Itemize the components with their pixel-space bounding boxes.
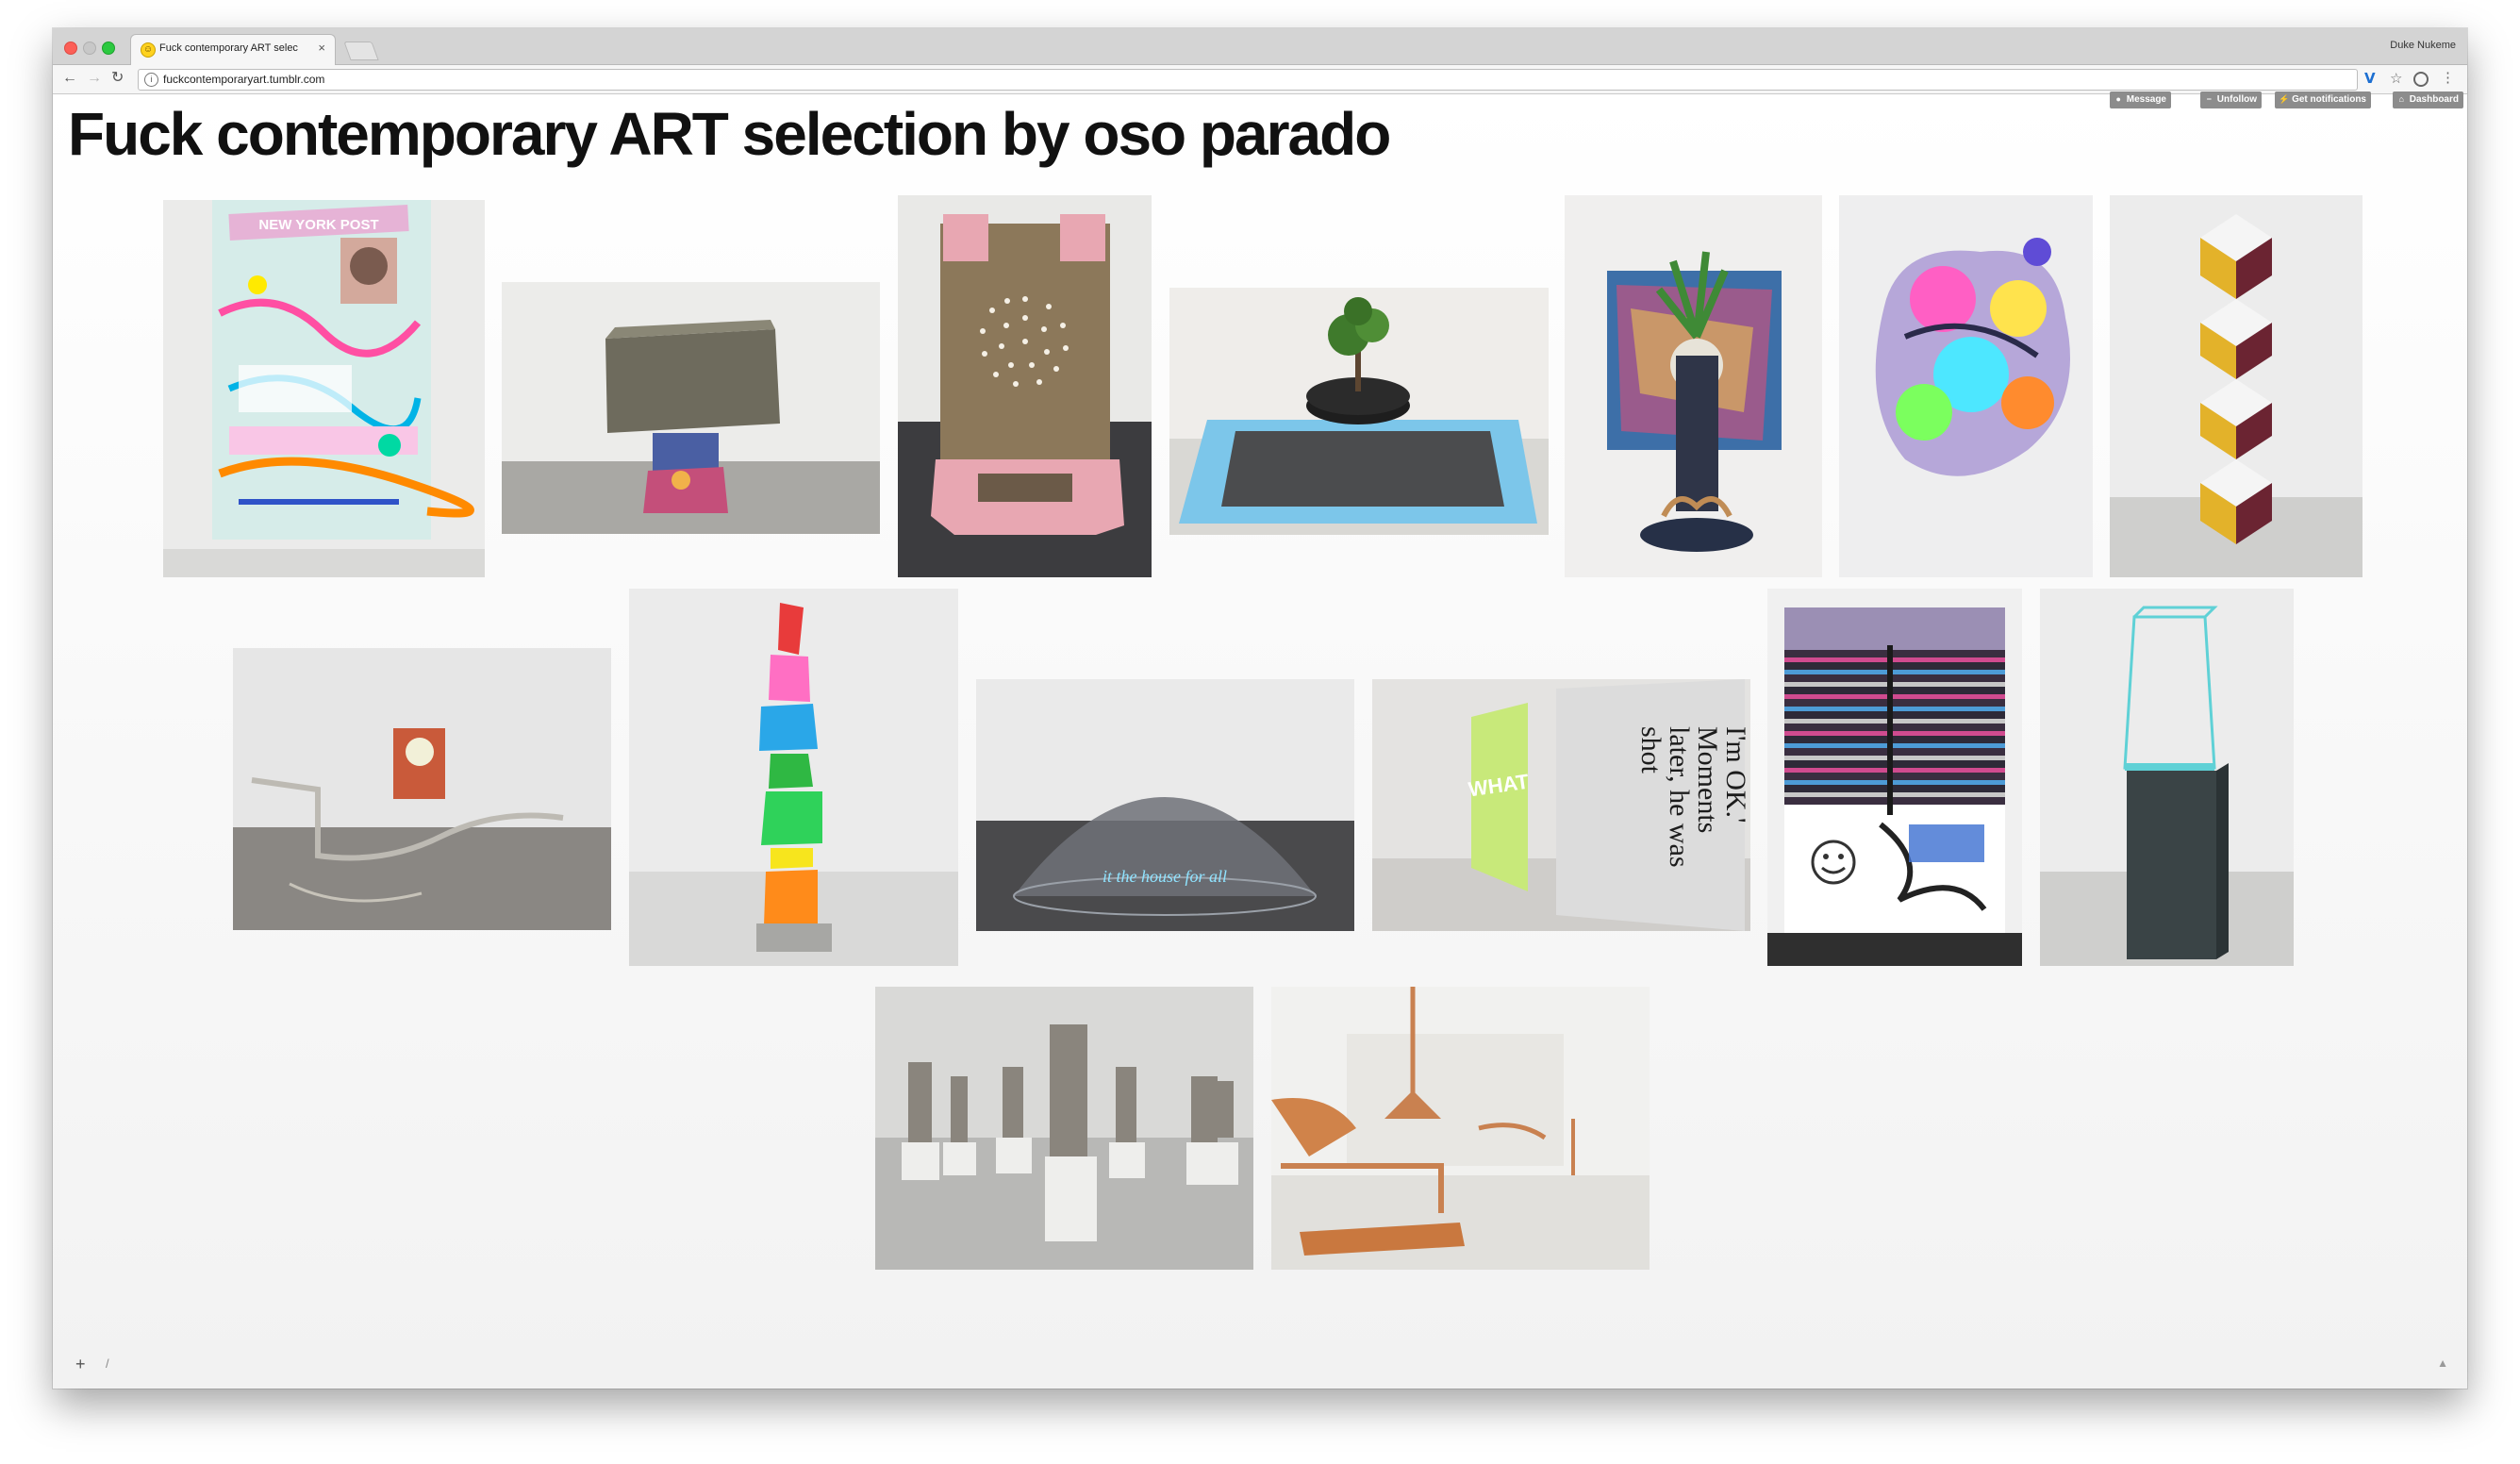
address-bar[interactable]: i fuckcontemporaryart.tumblr.com — [138, 69, 2358, 91]
cube-column-image — [2110, 195, 2362, 577]
gray-figures-image — [875, 987, 1253, 1270]
footer-slash: / — [106, 1356, 109, 1371]
neon-blob-image — [1839, 195, 2093, 577]
browser-tab[interactable]: ☺ Fuck contemporary ART selec × — [130, 34, 336, 65]
post-glass-pedestal[interactable] — [2040, 589, 2294, 966]
tire-plant-image — [1169, 288, 1549, 535]
concrete-box-image — [502, 282, 880, 534]
scroll-top-icon[interactable]: ▲ — [2437, 1356, 2448, 1370]
lightning-icon: ⚡ — [2279, 94, 2290, 104]
tab-title: Fuck contemporary ART selec — [159, 42, 298, 54]
unfollow-button[interactable]: − Unfollow — [2199, 92, 2262, 108]
bookmark-star-icon[interactable]: ☆ — [2390, 70, 2402, 87]
url-text[interactable]: fuckcontemporaryart.tumblr.com — [163, 73, 324, 86]
blog-page: ● Message − Unfollow ⚡ Get notifications… — [53, 92, 2467, 1389]
copper-horns-image — [1271, 987, 1650, 1270]
painting-newyorkpost-image: NEW YORK POST — [163, 200, 485, 577]
neon-text: it the house for all — [1102, 867, 1227, 886]
tab-close-icon[interactable]: × — [318, 41, 325, 55]
dashboard-button[interactable]: ⌂ Dashboard — [2392, 92, 2463, 108]
dome-neon-image: it the house for all — [976, 679, 1354, 931]
browser-window: ☺ Fuck contemporary ART selec × Duke Nuk… — [53, 28, 2467, 1389]
reload-icon[interactable]: ↻ — [111, 70, 124, 87]
big-text-painting: I'm OK.' Moments later, he was shot — [1635, 726, 1749, 868]
message-label: Message — [2126, 94, 2166, 105]
text-paintings-image: WHAT I'm OK.' Moments later, he was shot — [1372, 679, 1750, 931]
striped-painting-image — [1767, 589, 2022, 966]
forward-arrow-icon[interactable]: → — [87, 70, 102, 87]
notifications-button[interactable]: ⚡ Get notifications — [2275, 92, 2371, 108]
gallery-branch-image — [233, 648, 611, 930]
painting-headline: NEW YORK POST — [258, 217, 378, 233]
pink-frame-image — [898, 195, 1152, 577]
post-gallery-branch[interactable] — [233, 648, 611, 930]
new-tab-button[interactable] — [343, 42, 379, 60]
profile-name[interactable]: Duke Nukeme — [2390, 40, 2456, 51]
glass-pedestal-image — [2040, 589, 2294, 966]
home-icon: ⌂ — [2398, 94, 2404, 104]
message-icon: ● — [2115, 94, 2121, 104]
add-icon[interactable]: + — [75, 1355, 86, 1374]
post-rainbow-stack[interactable] — [629, 589, 958, 966]
post-pink-frame-sculpture[interactable] — [898, 195, 1152, 577]
ghostery-extension-icon[interactable] — [2413, 72, 2429, 87]
maximize-window-button[interactable] — [102, 42, 115, 55]
post-painting-newyorkpost[interactable]: NEW YORK POST — [163, 200, 485, 577]
rainbow-stack-image — [629, 589, 958, 966]
post-text-paintings[interactable]: WHAT I'm OK.' Moments later, he was shot — [1372, 679, 1750, 931]
post-cube-column[interactable] — [2110, 195, 2362, 577]
post-copper-horns[interactable] — [1271, 987, 1650, 1270]
dashboard-label: Dashboard — [2409, 94, 2459, 105]
message-button[interactable]: ● Message — [2109, 92, 2171, 108]
minimize-window-button[interactable] — [83, 42, 96, 55]
tab-strip: ☺ Fuck contemporary ART selec × Duke Nuk… — [53, 28, 2467, 65]
smiley-favicon-icon: ☺ — [141, 42, 156, 58]
post-concrete-box-sculpture[interactable] — [502, 282, 880, 534]
notifications-label: Get notifications — [2292, 94, 2366, 105]
info-icon[interactable]: i — [144, 73, 158, 87]
post-dome-neon[interactable]: it the house for all — [976, 679, 1354, 931]
post-plant-sculpture[interactable] — [1565, 195, 1822, 577]
post-gray-figures[interactable] — [875, 987, 1253, 1270]
browser-toolbar: ← → ↻ i fuckcontemporaryart.tumblr.com V… — [53, 65, 2467, 94]
close-window-button[interactable] — [64, 42, 77, 55]
post-tire-plant[interactable] — [1169, 288, 1549, 535]
post-neon-blob-painting[interactable] — [1839, 195, 2093, 577]
vimeo-extension-icon[interactable]: V — [2364, 70, 2376, 87]
back-arrow-icon[interactable]: ← — [62, 70, 77, 87]
page-title: Fuck contemporary ART selection by oso p… — [68, 100, 1391, 168]
post-striped-painting[interactable] — [1767, 589, 2022, 966]
unfollow-label: Unfollow — [2216, 94, 2257, 105]
plant-sculpture-image — [1565, 195, 1822, 577]
browser-menu-icon[interactable]: ⋮ — [2441, 69, 2455, 86]
minus-icon: − — [2206, 94, 2212, 104]
